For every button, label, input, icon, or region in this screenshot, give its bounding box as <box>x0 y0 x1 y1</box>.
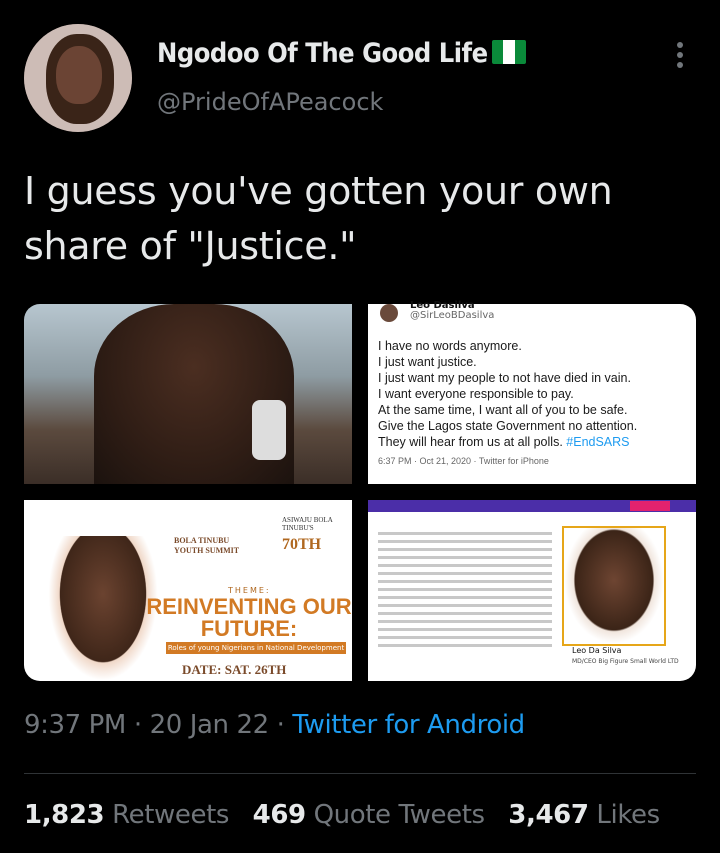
page-register-button <box>630 501 670 511</box>
embedded-line: I just want justice. <box>378 355 477 369</box>
tweet-date[interactable]: 20 Jan 22 <box>150 710 270 740</box>
likes-label: Likes <box>596 800 660 830</box>
embedded-tweet-meta: 6:37 PM · Oct 21, 2020 · Twitter for iPh… <box>378 456 549 466</box>
avatar[interactable] <box>24 24 132 132</box>
tweet-text: I guess you've gotten your own share of … <box>24 169 613 268</box>
separator: · <box>276 710 285 740</box>
embedded-line: I just want my people to not have died i… <box>378 371 631 385</box>
poster-date: DATE: SAT. 26TH <box>182 662 287 677</box>
microphone-icon <box>252 400 286 460</box>
tweet-time[interactable]: 9:37 PM <box>24 710 126 740</box>
display-name[interactable]: Ngodoo Of The Good Life <box>157 38 526 69</box>
media-summit-poster[interactable]: BOLA TINUBU YOUTH SUMMIT ASIWAJU BOLA TI… <box>24 500 352 681</box>
retweets-stat[interactable]: 1,823 Retweets <box>24 800 229 830</box>
page-body-text <box>378 532 552 652</box>
poster-org-line-2: YOUTH SUMMIT <box>174 546 240 555</box>
tweet-timestamp: 9:37 PM · 20 Jan 22 · Twitter for Androi… <box>24 710 525 740</box>
poster-headline: REINVENTING OUR FUTURE: <box>146 594 352 641</box>
tweet-stats: 1,823 Retweets 469 Quote Tweets 3,467 Li… <box>24 800 660 830</box>
media-tweet-screenshot[interactable]: Leo Dasilva @SirLeoBDasilva I have no wo… <box>368 300 696 484</box>
user-handle[interactable]: @PrideOfAPeacock <box>157 88 383 116</box>
retweets-label: Retweets <box>112 800 230 830</box>
embedded-line: I want everyone responsible to pay. <box>378 387 574 401</box>
profile-photo <box>562 526 666 646</box>
more-options-icon[interactable] <box>672 42 688 72</box>
poster-person <box>48 536 158 681</box>
embedded-line: They will hear from us at all polls. <box>378 435 563 449</box>
nigeria-flag-icon <box>491 40 526 64</box>
quote-tweets-stat[interactable]: 469 Quote Tweets <box>253 800 485 830</box>
tweet-source-link[interactable]: Twitter for Android <box>292 710 525 740</box>
media-profile-page[interactable]: Leo Da Silva MD/CEO Big Figure Small Wor… <box>368 500 696 681</box>
poster-anniv-line-1: ASIWAJU BOLA TINUBU'S <box>282 516 333 532</box>
embedded-tweet-body: I have no words anymore. I just want jus… <box>378 338 690 450</box>
embedded-line-last: They will hear from us at all polls. #En… <box>378 434 690 450</box>
avatar-face <box>56 46 102 104</box>
poster-org-line-1: BOLA TINUBU <box>174 536 230 545</box>
profile-name: Leo Da Silva <box>572 646 622 655</box>
likes-stat[interactable]: 3,467 Likes <box>508 800 660 830</box>
quotes-count: 469 <box>252 800 306 830</box>
display-name-text: Ngodoo Of The Good Life <box>157 38 488 69</box>
embedded-avatar <box>380 304 398 322</box>
embedded-line: I have no words anymore. <box>378 339 522 353</box>
poster-subline: Roles of young Nigerians in National Dev… <box>166 642 346 654</box>
embedded-author-handle: @SirLeoBDasilva <box>410 310 495 321</box>
embedded-hashtag: #EndSARS <box>566 435 630 449</box>
quotes-label: Quote Tweets <box>313 800 485 830</box>
media-photo-protester[interactable] <box>24 304 352 484</box>
profile-role: MD/CEO Big Figure Small World LTD <box>572 658 679 665</box>
divider <box>24 773 696 774</box>
poster-anniv-line-2: 70TH <box>282 536 322 553</box>
embedded-line: Give the Lagos state Government no atten… <box>378 419 638 433</box>
embedded-line: At the same time, I want all of you to b… <box>378 403 628 417</box>
likes-count: 3,467 <box>508 800 589 830</box>
separator: · <box>133 710 142 740</box>
retweets-count: 1,823 <box>24 800 105 830</box>
